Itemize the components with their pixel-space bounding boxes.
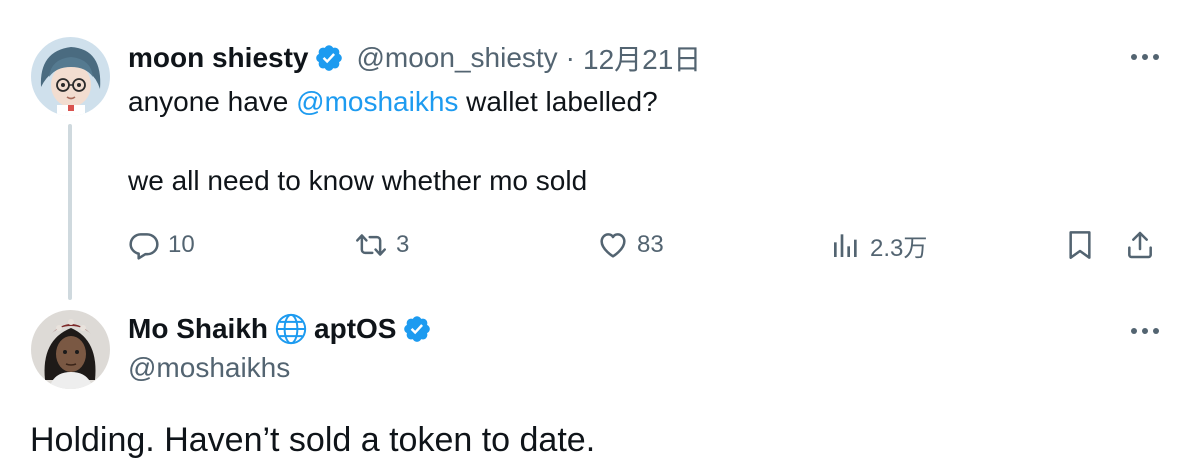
tweet2-name-suffix[interactable]: aptOS <box>314 313 396 345</box>
retweet-count: 3 <box>396 231 410 258</box>
tweet1-text-line2: we all need to know whether mo sold <box>128 165 588 196</box>
views-button[interactable]: 2.3万 <box>830 225 927 265</box>
tweet1-handle[interactable]: @moon_shiesty <box>356 42 557 74</box>
tweet1-text-prefix: anyone have <box>128 86 297 117</box>
bookmark-button[interactable] <box>1064 225 1096 265</box>
tweet1-date[interactable]: 12月21日 <box>583 38 701 78</box>
views-count: 2.3万 <box>870 234 928 262</box>
reply-count: 10 <box>168 231 195 258</box>
thread-connector-line <box>68 124 72 300</box>
tweet1-text-suffix: wallet labelled? <box>458 86 658 117</box>
tweet2-header: Mo Shaikh aptOS <box>128 309 432 349</box>
like-count: 83 <box>637 231 664 258</box>
mention-link[interactable]: @moshaikhs <box>296 86 458 117</box>
heart-icon <box>600 233 626 258</box>
tweet1-display-name[interactable]: moon shiesty <box>128 42 308 74</box>
separator-dot: · <box>565 42 575 73</box>
tweet2-text: Holding. Haven’t sold a token to date. <box>30 421 596 459</box>
retweet-icon <box>356 234 386 256</box>
more-dots-icon <box>1131 54 1159 60</box>
more-dots-icon <box>1131 328 1159 334</box>
globe-icon <box>274 312 308 346</box>
tweet2-handle[interactable]: @moshaikhs <box>128 352 290 384</box>
like-button[interactable]: 83 <box>597 225 664 265</box>
avatar[interactable] <box>31 310 110 389</box>
tweet1-text-line1: anyone have @moshaikhs wallet labelled? <box>128 84 658 120</box>
views-icon <box>834 234 857 257</box>
verified-badge-icon <box>314 43 344 73</box>
bookmark-icon <box>1069 231 1091 259</box>
tweet1-more-button[interactable] <box>1125 42 1165 72</box>
retweet-button[interactable]: 3 <box>354 225 409 265</box>
share-button[interactable] <box>1124 225 1156 265</box>
share-icon <box>1128 231 1152 259</box>
avatar[interactable] <box>31 37 110 116</box>
tweet2-display-name[interactable]: Mo Shaikh <box>128 313 268 345</box>
reply-icon <box>129 233 159 260</box>
tweet2-more-button[interactable] <box>1125 316 1165 346</box>
verified-badge-icon <box>402 314 432 344</box>
tweet1-header: moon shiesty @moon_shiesty · 12月21日 <box>128 38 701 78</box>
reply-button[interactable]: 10 <box>128 225 195 265</box>
